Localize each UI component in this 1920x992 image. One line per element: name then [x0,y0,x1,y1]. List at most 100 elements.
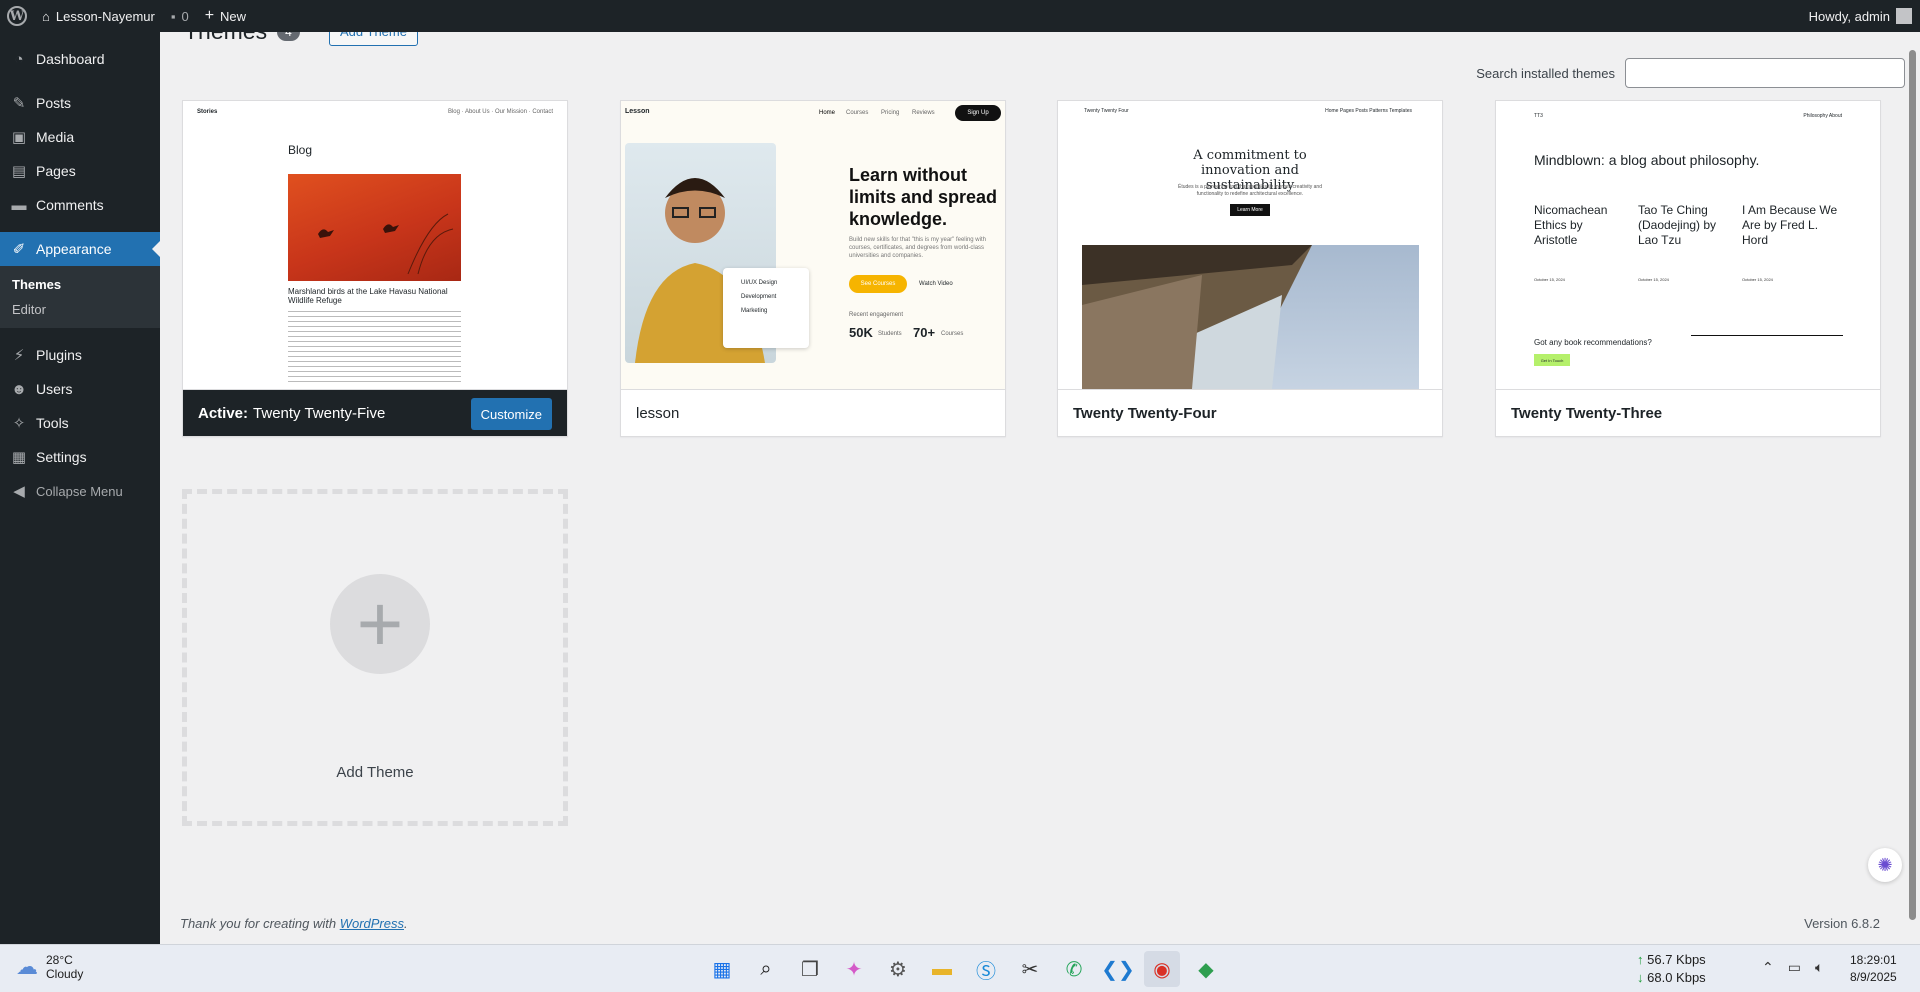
site-name-link[interactable]: ⌂ Lesson-Nayemur [34,0,163,32]
preview-brand: TT3 [1534,113,1543,119]
theme-name: Twenty Twenty-Four [1073,404,1217,422]
add-new-theme-card[interactable]: + Add Theme [182,489,568,826]
course-item: Marketing [741,308,768,314]
weather-condition: Cloudy [46,967,84,981]
theme-name: Twenty Twenty-Three [1511,404,1663,422]
preview-stat-students: 50K [849,325,873,340]
clock-time: 18:29:01 [1850,953,1897,967]
scrollbar-thumb[interactable] [1909,50,1916,920]
customize-button[interactable]: Customize [470,398,552,430]
sidebar-item-plugins[interactable]: ⚡ Plugins [0,338,160,372]
theme-card-lesson[interactable]: Lesson Home Courses Pricing Reviews Sign… [620,100,1006,437]
preview-brand: Stories [197,109,218,115]
weather-widget[interactable]: ☁ 28°C Cloudy [16,953,83,981]
comments-count: 0 [181,8,189,24]
footer-thanks-text: Thank you for creating with [180,916,337,931]
search-icon[interactable]: ⌕ [748,951,784,987]
network-speed: ↑ 56.7 Kbps ↓ 68.0 Kbps [1637,951,1706,987]
snipping-tool-icon[interactable]: ✂ [1012,951,1048,987]
comment-icon: ▬ [11,196,27,214]
chrome-icon[interactable]: ◉ [1144,951,1180,987]
main-content: Themes 4 Add Theme Search installed them… [160,16,1905,944]
preview-headline: Learn without limits and spread knowledg… [849,165,998,229]
network-icon[interactable]: ▭ [1788,959,1801,976]
theme-name-bar: Twenty Twenty-Three [1496,389,1880,436]
site-name-label: Lesson-Nayemur [55,8,155,24]
page-scrollbar[interactable] [1905,32,1920,944]
theme-screenshot[interactable]: Stories Blog · About Us · Our Mission · … [183,101,567,389]
active-prefix: Active: [198,404,249,422]
theme-screenshot[interactable]: Twenty Twenty Four Home Pages Posts Patt… [1058,101,1442,389]
windows-start-icon[interactable]: ▦ [704,951,740,987]
preview-course-card: UI/UX Design Development Marketing [723,268,809,348]
preview-nav: Philosophy About [1803,113,1842,119]
new-content-link[interactable]: + New [197,0,254,32]
file-explorer-icon[interactable]: ▬ [924,951,960,987]
skype-icon[interactable]: Ⓢ [968,951,1004,987]
dashboard-icon: ◔ [14,50,24,68]
theme-card-twenty-twenty-three[interactable]: TT3 Philosophy About Mindblown: a blog a… [1495,100,1881,437]
whatsapp-icon[interactable]: ✆ [1056,951,1092,987]
sidebar-label: Appearance [36,241,112,257]
temperature: 28°C [46,953,73,967]
sidebar-item-appearance[interactable]: ✐ Appearance [0,232,160,266]
copilot-icon[interactable]: ✦ [836,951,872,987]
preview-nav-item: Home [819,110,836,116]
collapse-icon: ◀ [13,483,25,500]
chevron-up-icon[interactable]: ⌃ [1762,959,1774,976]
taskbar-apps: ▦ ⌕ ❐ ✦ ⚙ ▬ Ⓢ ✂ ✆ ❮❯ ◉ ◆ [700,951,1228,987]
building-illustration [1082,245,1312,389]
comments-link[interactable]: ▪ 0 [163,0,197,32]
theme-card-twenty-twenty-four[interactable]: Twenty Twenty Four Home Pages Posts Patt… [1057,100,1443,437]
wordpress-link[interactable]: WordPress [340,916,404,931]
course-item: UI/UX Design [741,280,778,286]
my-account-link[interactable]: Howdy, admin [1801,0,1920,32]
task-view-icon[interactable]: ❐ [792,951,828,987]
collapse-label: Collapse Menu [36,483,123,499]
wordpress-logo-icon[interactable]: W [0,0,34,32]
theme-screenshot[interactable]: TT3 Philosophy About Mindblown: a blog a… [1496,101,1880,389]
assistant-widget-icon[interactable]: ✺ [1868,848,1902,882]
settings-icon[interactable]: ⚙ [880,951,916,987]
sidebar-item-posts[interactable]: ✎ Posts [0,86,160,120]
theme-name: lesson [636,404,680,422]
preview-brand: Lesson [625,108,650,115]
search-input[interactable] [1625,58,1905,88]
volume-icon[interactable]: 🔈︎ [1815,959,1823,976]
plugin-icon: ⚡ [13,347,25,364]
sidebar-item-pages[interactable]: ▤ Pages [0,154,160,188]
sidebar-item-comments[interactable]: ▬ Comments [0,188,160,222]
collapse-menu-button[interactable]: ◀ Collapse Menu [0,474,160,508]
android-studio-icon[interactable]: ◆ [1188,951,1224,987]
preview-post-date: October 15, 2024 [1534,277,1565,282]
theme-name-bar: lesson [621,389,1005,436]
pages-icon: ▤ [11,163,27,180]
theme-card-twenty-twenty-five[interactable]: Stories Blog · About Us · Our Mission · … [182,100,568,437]
preview-image [288,174,461,281]
sidebar-item-settings[interactable]: ▦ Settings [0,440,160,474]
preview-post-title: Nicomachean Ethics by Aristotle [1534,203,1608,247]
sidebar-label: Pages [36,163,76,179]
sidebar-item-tools[interactable]: ✧ Tools [0,406,160,440]
pin-icon: ✎ [12,95,26,112]
appearance-submenu: Themes Editor [0,266,160,328]
add-theme-label: Add Theme [336,764,414,781]
sidebar-item-media[interactable]: ▣ Media [0,120,160,154]
submenu-item-themes[interactable]: Themes [0,272,160,297]
preview-nav: Home Pages Posts Patterns Templates [1325,108,1412,114]
sidebar-label: Settings [36,449,87,465]
preview-button: Learn More [1230,204,1270,216]
submenu-item-editor[interactable]: Editor [0,297,160,322]
plus-icon: + [204,7,215,24]
sidebar-item-dashboard[interactable]: ◔ Dashboard [0,42,160,76]
theme-screenshot[interactable]: Lesson Home Courses Pricing Reviews Sign… [621,101,1005,389]
vscode-icon[interactable]: ❮❯ [1100,951,1136,987]
sidebar-label: Posts [36,95,72,111]
sidebar-item-users[interactable]: ☻ Users [0,372,160,406]
sidebar-label: Comments [36,197,104,213]
preview-signup-button: Sign Up [955,105,1001,121]
preview-nav-item: Courses [846,110,869,116]
preview-building-image [1082,245,1419,389]
preview-brand: Twenty Twenty Four [1084,108,1129,114]
system-clock[interactable]: 18:29:01 8/9/2025 [1850,952,1897,986]
